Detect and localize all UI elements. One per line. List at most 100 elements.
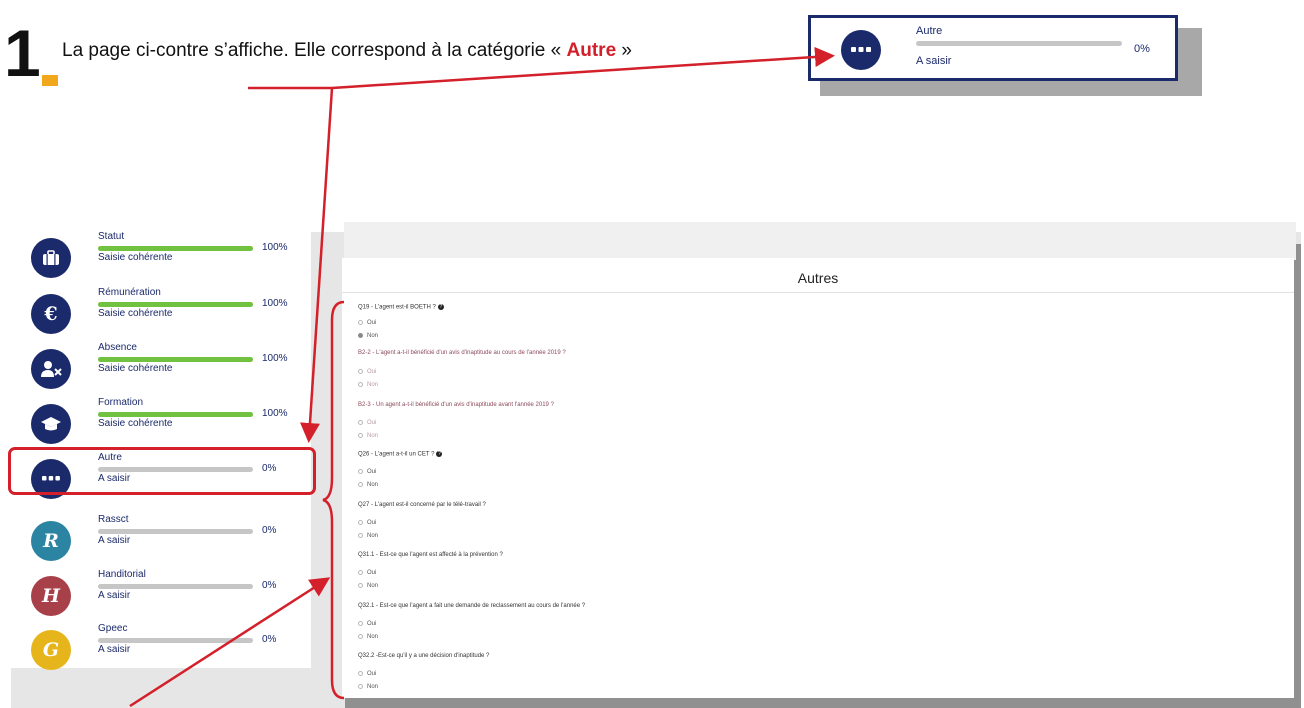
- option-label: Non: [367, 533, 379, 540]
- radio-option-oui[interactable]: Oui: [358, 420, 376, 426]
- radio-circle[interactable]: [358, 570, 363, 575]
- sidebar-item-label: Rémunération: [98, 287, 161, 298]
- sidebar-item-percent: 0%: [262, 525, 277, 536]
- radio-option-non[interactable]: Non: [358, 684, 378, 690]
- sidebar-item-status: A saisir: [98, 644, 131, 655]
- radio-circle[interactable]: [358, 684, 363, 689]
- sidebar-item-label: Formation: [98, 397, 144, 408]
- progress-bar: [98, 412, 253, 417]
- step-number-accent: [42, 75, 58, 86]
- sidebar-item-status: Saisie cohérente: [98, 418, 173, 429]
- sidebar-item-percent: 100%: [262, 408, 288, 419]
- sidebar-item-handitorial[interactable]: H Handitorial A saisir 0%: [22, 568, 312, 618]
- radio-circle[interactable]: [358, 482, 363, 487]
- radio-option-oui[interactable]: Oui: [358, 320, 376, 326]
- more-icon: [841, 30, 881, 70]
- radio-circle[interactable]: [358, 433, 363, 438]
- briefcase-icon: [31, 238, 71, 278]
- step-highlight: Autre: [566, 40, 617, 61]
- radio-circle[interactable]: [358, 469, 363, 474]
- rassct-glyph: R: [43, 530, 59, 552]
- sidebar-item-remuneration[interactable]: € Rémunération Saisie cohérente 100%: [22, 286, 312, 336]
- option-label: Non: [367, 684, 379, 691]
- progress-bar: [98, 529, 253, 534]
- callout-percent: 0%: [1134, 43, 1150, 55]
- radio-circle-checked[interactable]: [358, 333, 363, 338]
- question-q19: Q19 - L'agent est-il BOETH ??: [358, 304, 444, 311]
- sidebar-item-status: A saisir: [98, 535, 131, 546]
- radio-option-non[interactable]: Non: [358, 482, 378, 488]
- radio-circle[interactable]: [358, 533, 363, 538]
- euro-icon: €: [31, 294, 71, 334]
- graduation-cap-icon: [31, 404, 71, 444]
- option-label: Oui: [367, 469, 377, 476]
- radio-option-non[interactable]: Non: [358, 433, 378, 439]
- question-label: B2-3 - Un agent a-t-il bénéficié d'un av…: [358, 402, 554, 408]
- sidebar-item-percent: 100%: [262, 242, 288, 253]
- question-label: Q27 - L'agent est-il concerné par le tél…: [358, 502, 486, 508]
- radio-option-non[interactable]: Non: [358, 533, 378, 539]
- question-q27: Q27 - L'agent est-il concerné par le tél…: [358, 502, 486, 508]
- sidebar-item-rassct[interactable]: R Rassct A saisir 0%: [22, 513, 312, 563]
- help-icon[interactable]: ?: [436, 451, 443, 457]
- radio-option-oui[interactable]: Oui: [358, 671, 376, 677]
- progress-bar: [98, 302, 253, 307]
- question-q26: Q26 - L'agent a-t-il un CET ??: [358, 451, 443, 458]
- sidebar-item-percent: 0%: [262, 634, 277, 645]
- question-label: Q31.1 - Est-ce que l'agent est affecté à…: [358, 552, 503, 558]
- radio-circle[interactable]: [358, 420, 363, 425]
- radio-option-oui[interactable]: Oui: [358, 469, 376, 475]
- sidebar-item-statut[interactable]: Statut Saisie cohérente 100%: [22, 230, 312, 280]
- option-label: Non: [367, 433, 379, 440]
- form-panel: Autres Q19 - L'agent est-il BOETH ?? Oui…: [342, 258, 1294, 698]
- question-label: Q32.1 - Est-ce que l'agent a fait une de…: [358, 603, 586, 609]
- question-q32-1: Q32.1 - Est-ce que l'agent a fait une de…: [358, 603, 585, 609]
- option-label: Oui: [367, 520, 377, 527]
- sidebar-item-label: Handitorial: [98, 569, 146, 580]
- question-b2-2: B2-2 - L'agent a-t-il bénéficié d'un avi…: [358, 350, 566, 356]
- radio-circle[interactable]: [358, 621, 363, 626]
- sidebar-item-status: Saisie cohérente: [98, 308, 173, 319]
- radio-circle[interactable]: [358, 382, 363, 387]
- selected-category-highlight: [8, 447, 316, 495]
- sidebar-item-percent: 100%: [262, 353, 288, 364]
- radio-option-oui[interactable]: Oui: [358, 621, 376, 627]
- question-label: Q32.2 -Est-ce qu'il y a une décision d'i…: [358, 653, 490, 659]
- radio-circle[interactable]: [358, 520, 363, 525]
- radio-option-non[interactable]: Non: [358, 634, 378, 640]
- radio-circle[interactable]: [358, 320, 363, 325]
- radio-option-oui[interactable]: Oui: [358, 369, 376, 375]
- sidebar-item-status: Saisie cohérente: [98, 252, 173, 263]
- radio-circle[interactable]: [358, 671, 363, 676]
- handitorial-letter-icon: H: [31, 576, 71, 616]
- option-label: Non: [367, 634, 379, 641]
- question-q31-1: Q31.1 - Est-ce que l'agent est affecté à…: [358, 552, 503, 558]
- radio-option-oui[interactable]: Oui: [358, 520, 376, 526]
- question-label: Q26 - L'agent a-t-il un CET ?: [358, 451, 435, 458]
- question-b2-3: B2-3 - Un agent a-t-il bénéficié d'un av…: [358, 402, 554, 408]
- page-title: Autres: [797, 270, 839, 286]
- gpeec-letter-icon: G: [31, 630, 71, 670]
- radio-circle[interactable]: [358, 369, 363, 374]
- radio-option-non[interactable]: Non: [358, 382, 378, 388]
- step-text-after: »: [616, 40, 632, 61]
- radio-option-non[interactable]: Non: [358, 333, 378, 339]
- sidebar-item-formation[interactable]: Formation Saisie cohérente 100%: [22, 396, 312, 446]
- radio-option-oui[interactable]: Oui: [358, 570, 376, 576]
- sidebar-item-percent: 100%: [262, 298, 288, 309]
- radio-option-non[interactable]: Non: [358, 583, 378, 589]
- sidebar-item-gpeec[interactable]: G Gpeec A saisir 0%: [22, 622, 312, 672]
- radio-circle[interactable]: [358, 583, 363, 588]
- help-icon[interactable]: ?: [437, 304, 444, 310]
- question-q32-2: Q32.2 -Est-ce qu'il y a une décision d'i…: [358, 653, 489, 659]
- callout-category-name: Autre: [916, 25, 943, 37]
- option-label: Non: [367, 482, 379, 489]
- radio-circle[interactable]: [358, 634, 363, 639]
- option-label: Oui: [367, 621, 377, 628]
- question-label: Q19 - L'agent est-il BOETH ?: [358, 304, 436, 311]
- sidebar-item-percent: 0%: [262, 580, 277, 591]
- sidebar-item-status: A saisir: [98, 590, 131, 601]
- gpeec-glyph: G: [42, 639, 60, 661]
- step-number: 1: [4, 16, 41, 90]
- sidebar-item-absence[interactable]: Absence Saisie cohérente 100%: [22, 341, 312, 391]
